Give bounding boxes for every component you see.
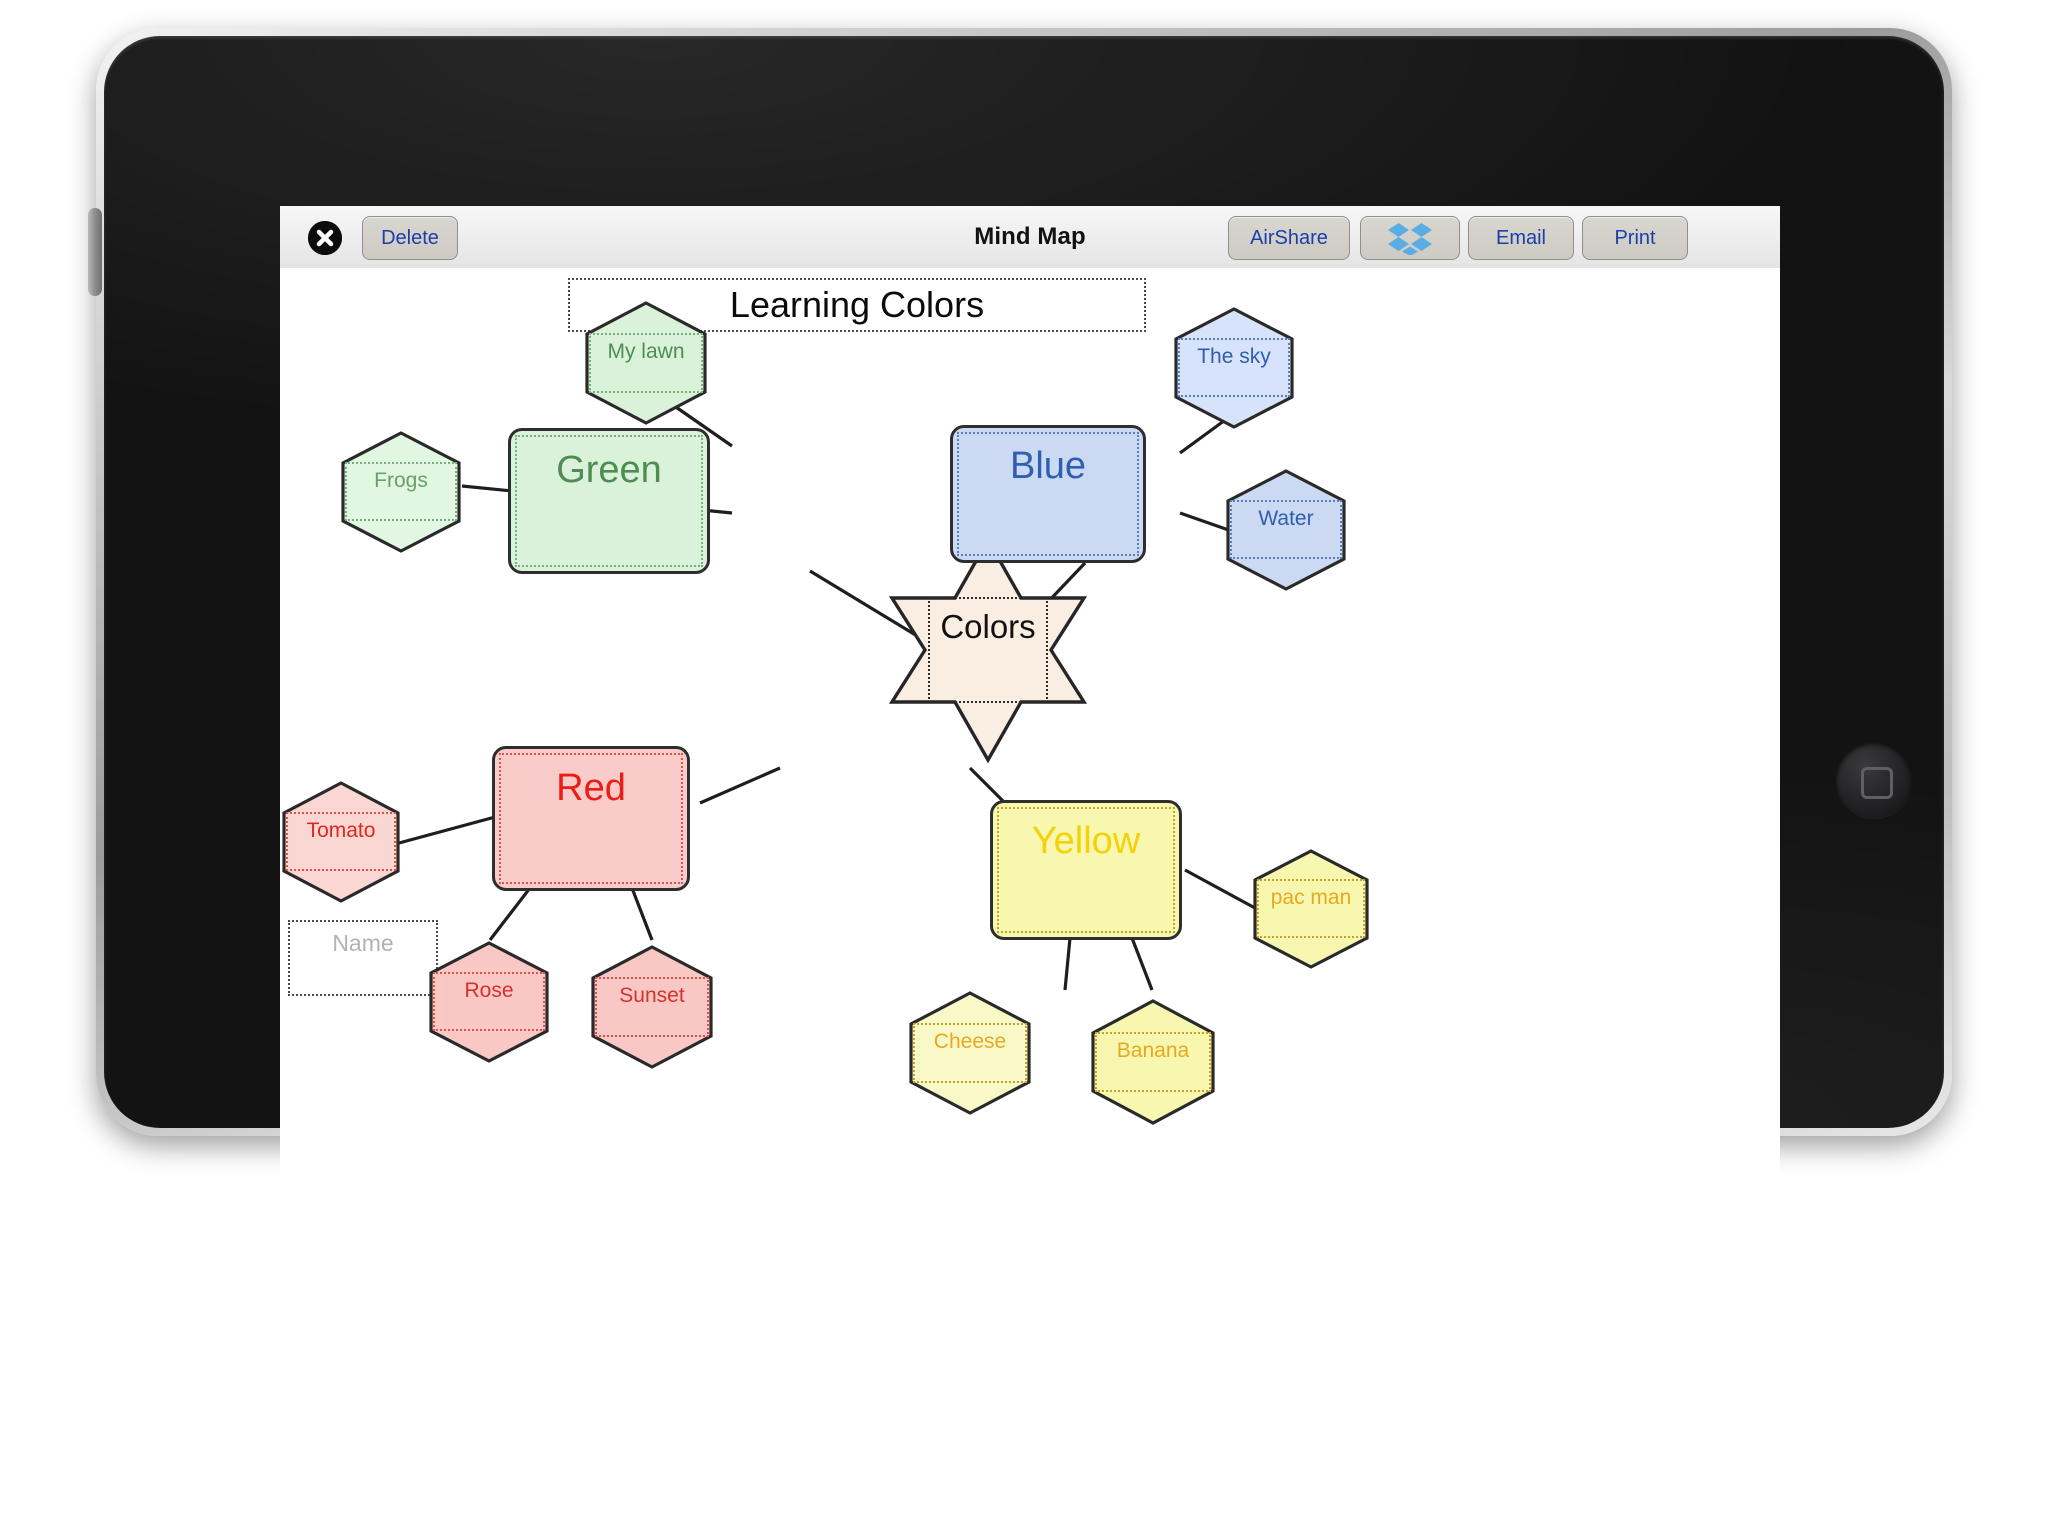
node-my-lawn-text-box: [589, 333, 703, 393]
map-title-text: Learning Colors: [729, 284, 985, 325]
node-yellow-text-box: [997, 807, 1175, 933]
edge-yellow-cheese: [1063, 937, 1072, 991]
node-cheese-text-box: [913, 1023, 1027, 1083]
node-blue[interactable]: Blue: [950, 425, 1146, 563]
home-button[interactable]: [1836, 742, 1912, 818]
node-colors-text-box: [928, 597, 1048, 703]
edge-colors-red: [699, 766, 781, 805]
node-rose-text-box: [433, 972, 545, 1031]
node-frogs[interactable]: Frogs: [340, 430, 462, 554]
edge-red-rose: [488, 887, 532, 941]
node-the-sky-text-box: [1178, 338, 1290, 397]
mindmap-canvas[interactable]: Learning Colors Name Colors Green My law…: [280, 268, 1780, 1352]
node-water[interactable]: Water: [1225, 468, 1347, 592]
node-tomato-text-box: [286, 812, 396, 871]
node-water-text-box: [1230, 500, 1342, 559]
app-screen: Mind Map Delete AirShare Email Print Lea…: [280, 206, 1780, 1352]
node-yellow[interactable]: Yellow: [990, 800, 1182, 940]
home-button-square-icon: [1861, 767, 1893, 799]
edge-red-sunset: [630, 887, 654, 941]
node-red-text-box: [499, 753, 683, 884]
node-pac-man[interactable]: pac man: [1252, 848, 1370, 970]
node-banana-text-box: [1095, 1032, 1211, 1092]
edge-yellow-pac-man: [1184, 868, 1256, 910]
name-input-placeholder: Name: [332, 930, 394, 956]
node-my-lawn[interactable]: My lawn: [584, 300, 708, 426]
node-banana[interactable]: Banana: [1090, 998, 1216, 1126]
node-the-sky[interactable]: The sky: [1173, 306, 1295, 430]
node-pac-man-text-box: [1257, 879, 1365, 938]
email-button[interactable]: Email: [1468, 216, 1574, 260]
node-sunset[interactable]: Sunset: [590, 944, 714, 1070]
node-blue-text-box: [957, 432, 1139, 556]
airshare-button[interactable]: AirShare: [1228, 216, 1350, 260]
node-cheese[interactable]: Cheese: [908, 990, 1032, 1116]
node-sunset-text-box: [595, 977, 709, 1037]
node-colors[interactable]: Colors: [888, 536, 1088, 764]
app-toolbar: Mind Map Delete AirShare Email Print: [280, 206, 1780, 269]
node-tomato[interactable]: Tomato: [281, 780, 401, 904]
dropbox-button[interactable]: [1360, 216, 1460, 260]
volume-button[interactable]: [88, 208, 102, 296]
node-green[interactable]: Green: [508, 428, 710, 574]
edge-yellow-banana: [1130, 937, 1154, 991]
delete-button[interactable]: Delete: [362, 216, 458, 260]
name-input-field[interactable]: Name: [288, 920, 438, 996]
node-green-text-box: [515, 435, 703, 567]
node-rose[interactable]: Rose: [428, 940, 550, 1064]
node-frogs-text-box: [345, 462, 457, 521]
print-button[interactable]: Print: [1582, 216, 1688, 260]
dropbox-icon: [1388, 223, 1432, 255]
node-red[interactable]: Red: [492, 746, 690, 891]
